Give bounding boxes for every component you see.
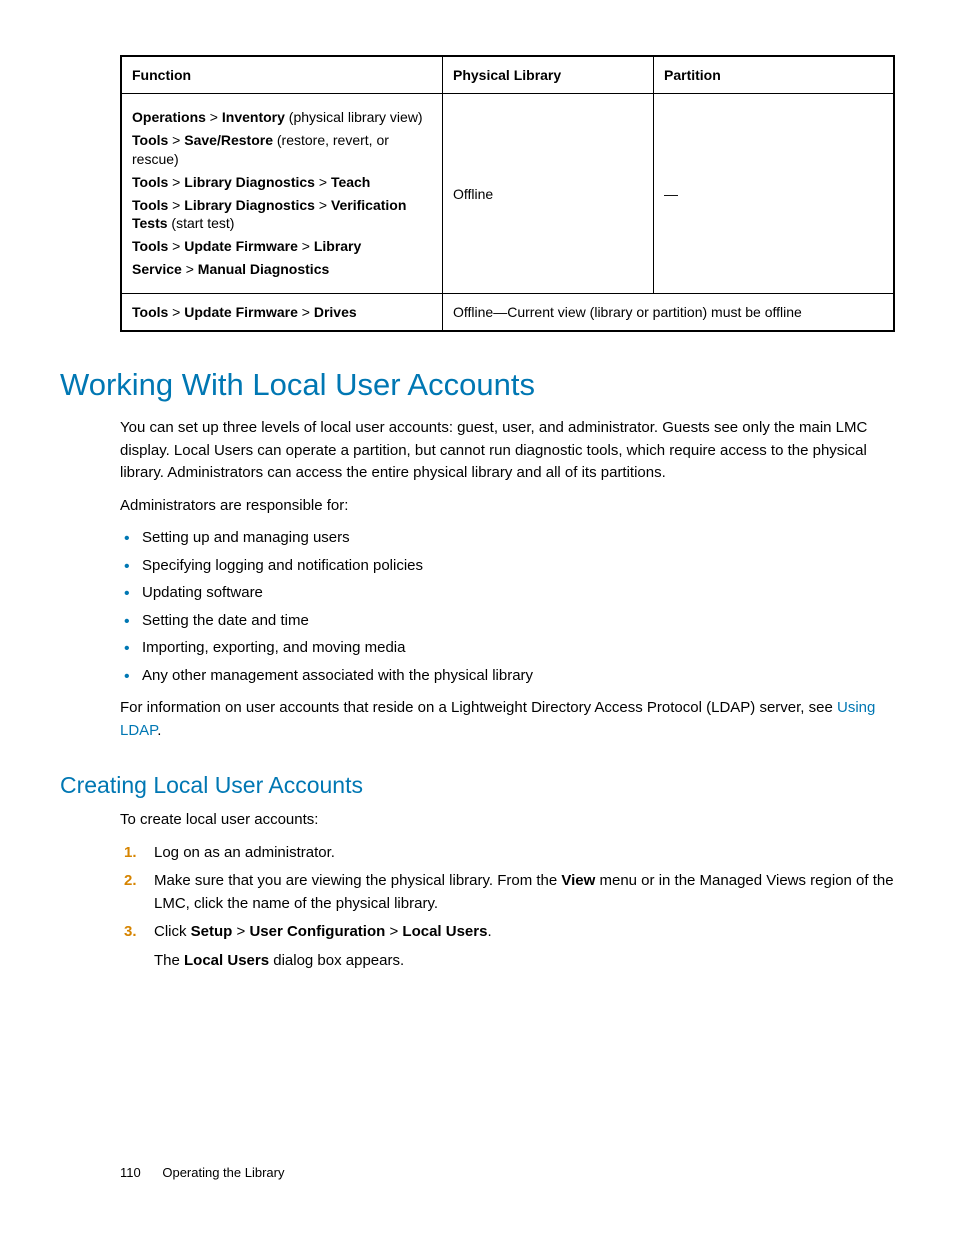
partition-cell: —: [654, 94, 895, 294]
admin-bullet-list: Setting up and managing users Specifying…: [120, 527, 894, 687]
heading-2: Creating Local User Accounts: [60, 772, 894, 799]
page-footer: 110 Operating the Library: [120, 1165, 284, 1180]
list-item: Importing, exporting, and moving media: [142, 637, 894, 660]
create-intro: To create local user accounts:: [120, 809, 894, 832]
merged-cell: Offline—Current view (library or partiti…: [443, 294, 895, 332]
col-physical: Physical Library: [443, 56, 654, 94]
function-table: Function Physical Library Partition Oper…: [120, 55, 895, 332]
step-item: Log on as an administrator.: [154, 842, 894, 865]
col-partition: Partition: [654, 56, 895, 94]
step-item: Click Setup > User Configuration > Local…: [154, 921, 894, 972]
admin-intro: Administrators are responsible for:: [120, 495, 894, 518]
list-item: Setting the date and time: [142, 610, 894, 633]
col-function: Function: [121, 56, 443, 94]
table-row: Operations > Inventory (physical library…: [121, 94, 894, 294]
list-item: Specifying logging and notification poli…: [142, 555, 894, 578]
list-item: Updating software: [142, 582, 894, 605]
intro-paragraph: You can set up three levels of local use…: [120, 417, 894, 485]
physical-cell: Offline: [443, 94, 654, 294]
table-header-row: Function Physical Library Partition: [121, 56, 894, 94]
step-item: Make sure that you are viewing the physi…: [154, 870, 894, 915]
list-item: Any other management associated with the…: [142, 665, 894, 688]
ldap-paragraph: For information on user accounts that re…: [120, 697, 894, 742]
heading-1: Working With Local User Accounts: [60, 367, 894, 403]
function-cell: Operations > Inventory (physical library…: [121, 94, 443, 294]
table-row: Tools > Update Firmware > Drives Offline…: [121, 294, 894, 332]
function-cell: Tools > Update Firmware > Drives: [121, 294, 443, 332]
page-number: 110: [120, 1165, 141, 1180]
footer-title: Operating the Library: [162, 1165, 284, 1180]
steps-list: Log on as an administrator. Make sure th…: [120, 842, 894, 973]
list-item: Setting up and managing users: [142, 527, 894, 550]
